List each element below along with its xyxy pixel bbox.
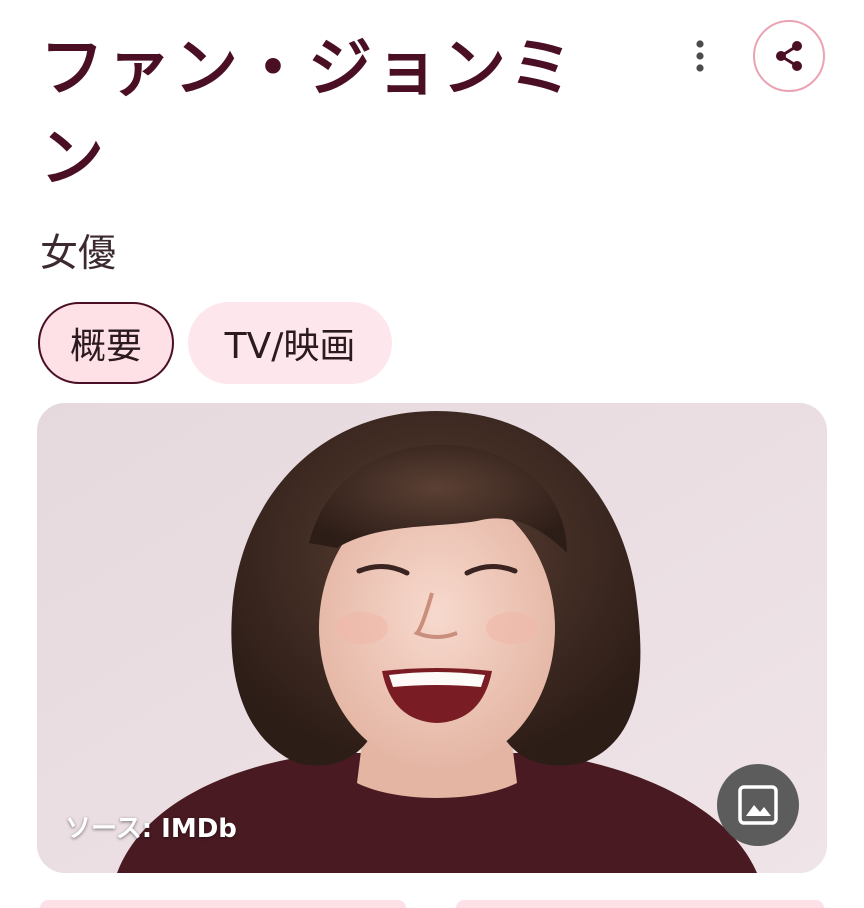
image-source-label: ソース: IMDb	[65, 814, 237, 844]
portrait-image	[37, 403, 827, 873]
more-vert-icon	[696, 40, 704, 72]
share-button[interactable]	[753, 20, 825, 92]
page-subtitle: 女優	[40, 231, 117, 275]
page-title: ファン・ジョンミン	[40, 32, 576, 196]
card-edge-left	[40, 900, 406, 908]
tab-overview-label: 概要	[69, 326, 142, 367]
image-icon	[738, 785, 778, 825]
knowledge-panel: ファン・ジョンミン 女優 概要 TV/映画 ソース: IMDb	[0, 0, 864, 908]
portrait-photo[interactable]: ソース: IMDb	[37, 403, 827, 873]
tab-tv-movies[interactable]: TV/映画	[188, 302, 392, 384]
more-options-button[interactable]	[676, 30, 724, 82]
card-edge-right	[456, 900, 824, 908]
tab-overview[interactable]: 概要	[38, 302, 174, 384]
view-images-button[interactable]	[717, 764, 799, 846]
tab-tv-movies-label: TV/映画	[224, 326, 356, 367]
share-icon	[776, 41, 802, 71]
